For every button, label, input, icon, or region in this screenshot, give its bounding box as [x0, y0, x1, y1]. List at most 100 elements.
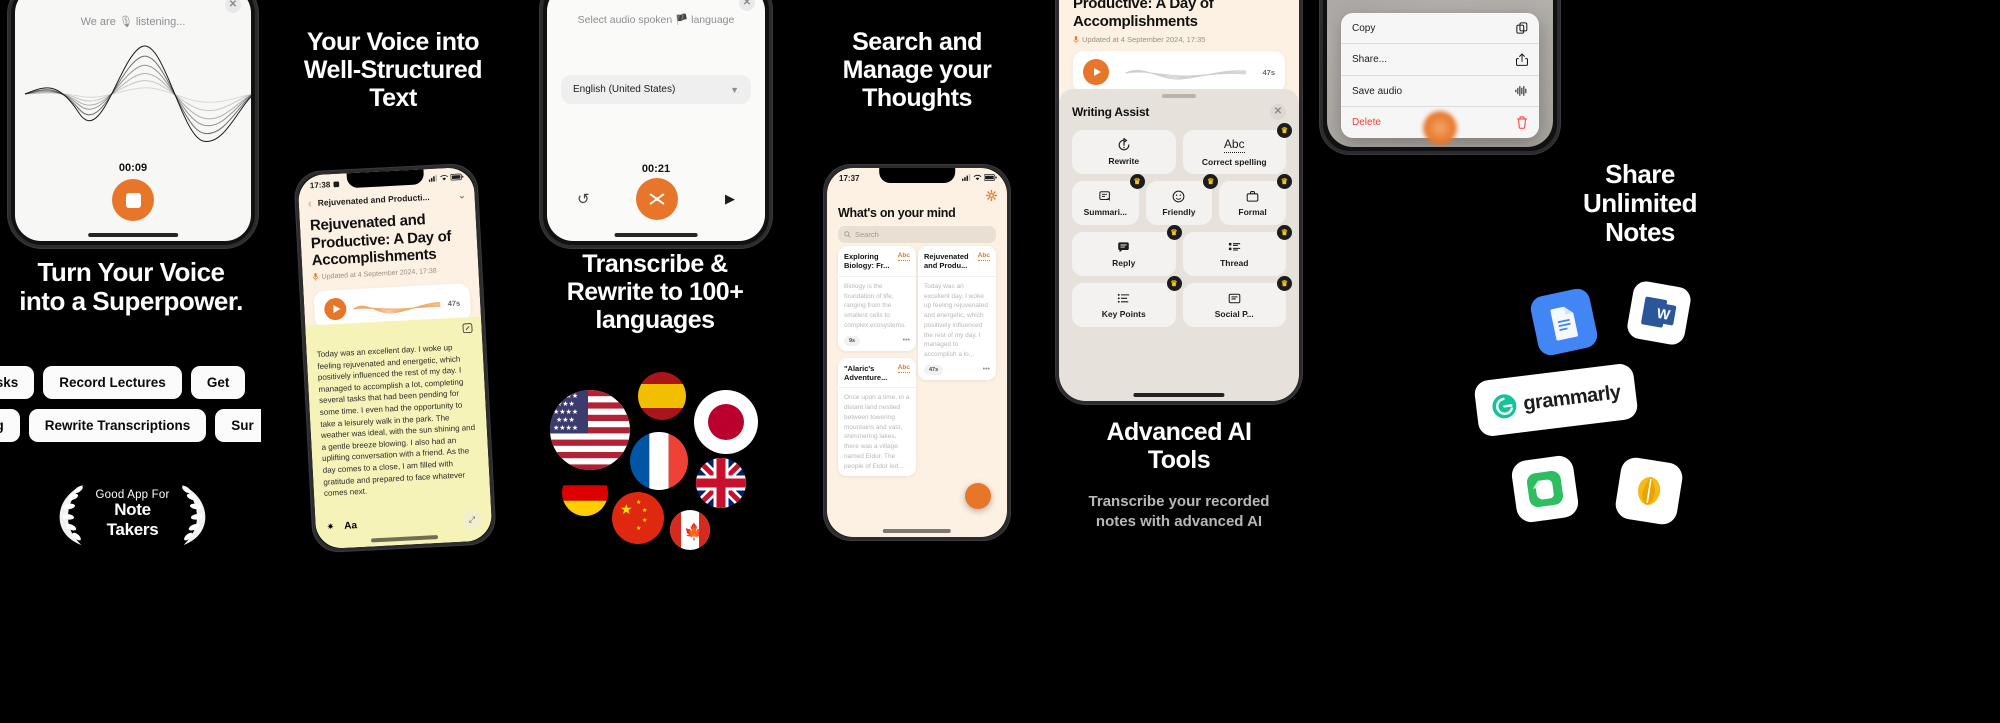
- text-size-icon[interactable]: Aa: [344, 520, 357, 532]
- transcribe-timer: 00:21: [641, 163, 671, 175]
- chip-summarize[interactable]: Sur: [215, 409, 262, 442]
- wa-tile-label: Formal: [1238, 206, 1267, 217]
- wifi-icon: [973, 174, 982, 181]
- audio-waveform: [1125, 69, 1246, 80]
- flag-cluster: ★★★★ ★★★ ★★★★ ★★★ ★★★★ ★ ★ ★ ★ ★ 🍁: [524, 370, 786, 570]
- flag-france-icon: [630, 432, 688, 490]
- crown-icon: ♛: [1276, 174, 1292, 189]
- wa-tile-reply[interactable]: ♛ Reply: [1072, 225, 1182, 276]
- transcribe-icon[interactable]: [636, 178, 679, 220]
- wa-tile-friendly[interactable]: ♛ Friendly: [1145, 174, 1219, 225]
- status-bar: 17:37: [839, 174, 859, 183]
- sparkle-icon[interactable]: ✷: [326, 521, 334, 532]
- microphone-icon: [1073, 35, 1079, 44]
- panel-2-headline: Your Voice into Well-Structured Text: [303, 28, 483, 112]
- stop-icon: [125, 192, 141, 208]
- audio-duration: 47s: [447, 298, 461, 308]
- svg-text:★★★: ★★★: [556, 400, 575, 408]
- note-meta-text: Updated at 4 September 2024, 17:38: [321, 267, 437, 281]
- svg-text:★★★★: ★★★★: [553, 424, 578, 432]
- chip-record-lectures[interactable]: Record Lectures: [43, 366, 182, 399]
- svg-text:★: ★: [636, 525, 641, 532]
- phone-frame-context-menu: Copy Share... Save audio Delete: [1320, 0, 1560, 154]
- wa-tile-rewrite[interactable]: Rewrite: [1072, 130, 1176, 174]
- copy-icon: [1516, 22, 1528, 34]
- context-menu-item-save-audio[interactable]: Save audio: [1341, 76, 1539, 107]
- search-input[interactable]: Search: [838, 226, 996, 243]
- gear-icon[interactable]: [986, 190, 997, 201]
- search-placeholder: Search: [855, 230, 879, 239]
- recorder-close-button[interactable]: ✕: [225, 0, 241, 13]
- wa-tile-formal[interactable]: ♛ Formal: [1219, 174, 1292, 225]
- award-badge: Good App For Note Takers: [55, 478, 210, 550]
- plus-icon[interactable]: [965, 483, 991, 509]
- context-menu-item-copy[interactable]: Copy: [1341, 13, 1539, 44]
- edit-icon[interactable]: [462, 323, 473, 334]
- language-select-value: English (United States): [573, 84, 676, 95]
- play-icon[interactable]: ▶: [725, 191, 735, 207]
- cellular-icon: [428, 174, 438, 182]
- lock-icon: [333, 181, 340, 188]
- svg-text:★: ★: [620, 501, 633, 517]
- close-icon: ✕: [225, 0, 241, 13]
- trash-icon: [1516, 116, 1528, 129]
- wa-tile-correct-spelling[interactable]: ♛ Abc Correct spelling: [1182, 123, 1292, 174]
- chip-get[interactable]: Get: [190, 366, 246, 399]
- list-icon: [1228, 242, 1240, 251]
- chevron-left-icon[interactable]: ‹: [307, 196, 312, 210]
- wa-tile-key-points[interactable]: ♛ Key Points: [1072, 276, 1182, 327]
- note-card-duration: 47s: [924, 364, 944, 375]
- chip-journaling[interactable]: naling: [0, 409, 20, 442]
- wa-tile-label: Correct spelling: [1201, 157, 1267, 167]
- close-icon: ✕: [1270, 104, 1286, 120]
- phone-frame-note: 17:38 ‹ Rejuvenated and Producti... ⌄ Re…: [294, 163, 496, 553]
- app-store-screenshot-strip: ✕ We are 🎙 listening... 00:09 Turn Your …: [0, 0, 2000, 723]
- wa-tile-summarize[interactable]: ♛ Summari...: [1072, 174, 1145, 225]
- listening-label: We are 🎙 listening...: [80, 16, 186, 28]
- writing-assist-close-button[interactable]: ✕: [1270, 104, 1286, 120]
- wa-tile-label: Social P...: [1214, 308, 1254, 319]
- undo-icon[interactable]: ↺: [577, 190, 590, 208]
- evernote-icon: [1509, 453, 1581, 525]
- panel-1-headline: Turn Your Voice into a Superpower.: [19, 257, 243, 317]
- play-icon[interactable]: [1083, 59, 1109, 85]
- chip-rewrite-transcriptions[interactable]: Rewrite Transcriptions: [28, 409, 207, 442]
- flag-uk-icon: [696, 458, 746, 508]
- expand-icon[interactable]: ⤢: [462, 509, 483, 530]
- list-item[interactable]: Exploring Biology: Fr... Abc Biology is …: [838, 246, 916, 351]
- language-sheet-close-button[interactable]: ✕: [739, 0, 755, 11]
- ai-note-meta: Updated at 4 September 2024, 17:35: [1073, 35, 1285, 44]
- abc-icon: Abc: [897, 363, 910, 373]
- flag-canada-icon: 🍁: [670, 510, 710, 550]
- note-navbar: ‹ Rejuvenated and Producti... ⌄: [307, 189, 466, 211]
- language-select[interactable]: English (United States) ▼: [561, 75, 751, 104]
- list-item[interactable]: Rejuvenated and Produ... Abc Today was a…: [918, 246, 996, 380]
- context-menu-item-share[interactable]: Share...: [1341, 44, 1539, 76]
- waveform-visualizer: [24, 45, 251, 142]
- note-card-title: "Alaric's Adventure...: [844, 363, 888, 382]
- note-toolbar: ✷ Aa: [326, 520, 357, 533]
- chip-tasks[interactable]: Tasks: [0, 366, 35, 399]
- panel-3-headline: Transcribe & Rewrite to 100+ languages: [566, 250, 744, 334]
- rewrite-icon: [1118, 138, 1130, 151]
- stop-recording-button[interactable]: [112, 179, 154, 221]
- more-icon[interactable]: ⌄: [458, 190, 466, 201]
- note-card-body: Once upon a time, in a distant land nest…: [844, 394, 910, 470]
- wa-tile-social-post[interactable]: ♛ Social P...: [1182, 276, 1292, 327]
- wa-tile-thread[interactable]: ♛ Thread: [1182, 225, 1292, 276]
- laurel-left-icon: [59, 484, 84, 545]
- flag-germany-icon: [562, 470, 608, 516]
- close-icon: ✕: [739, 0, 755, 11]
- award-line-1: Good App For: [95, 488, 170, 501]
- note-card-more-icon[interactable]: •••: [983, 366, 990, 373]
- microsoft-word-icon: W: [1625, 279, 1693, 347]
- record-button-blurred[interactable]: [1423, 111, 1457, 145]
- note-card-body: Today was an excellent day. I woke up fe…: [924, 282, 988, 358]
- play-icon[interactable]: [323, 297, 347, 321]
- note-card-more-icon[interactable]: •••: [903, 337, 910, 344]
- status-indicators: [962, 174, 997, 181]
- panel-transcribe-rewrite: ✕ Select audio spoken 🏴 language English…: [524, 0, 786, 723]
- bear-notes-icon: [1613, 455, 1685, 527]
- list-item[interactable]: "Alaric's Adventure... Abc Once upon a t…: [838, 357, 916, 477]
- ai-audio-player-card[interactable]: 47s: [1073, 51, 1285, 93]
